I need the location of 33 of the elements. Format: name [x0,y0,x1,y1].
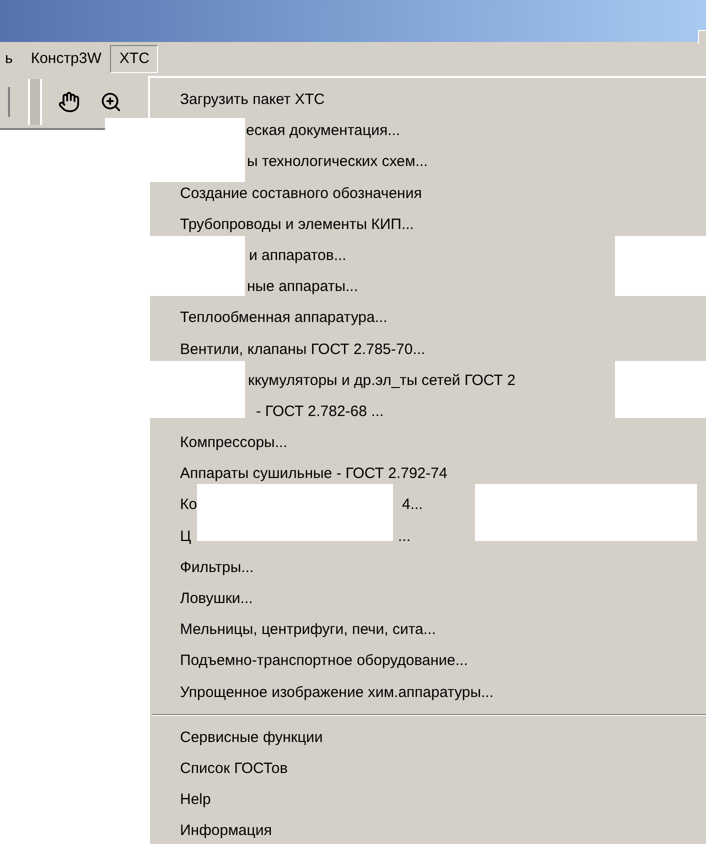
menu-item[interactable]: Подъемно-транспортное оборудование... [180,650,468,673]
menu-item[interactable]: Теплообменная аппаратура... [180,307,388,330]
menu-item[interactable]: Сервисные функции [180,726,323,750]
menu-item[interactable]: Создание составного обозначения [180,182,422,206]
menu-item[interactable]: Фильтры... [180,556,254,580]
menu-item[interactable]: и аппаратов... [249,244,346,268]
menu-item[interactable]: ... [398,526,411,548]
menu-item[interactable]: ные аппараты... [247,276,358,299]
menu-bar-item[interactable]: Констр3W [22,45,110,73]
zoom-icon[interactable] [100,91,122,113]
menu-bar-item[interactable]: ХТС [110,45,158,73]
menu-item[interactable]: Загрузить пакет ХТС [180,89,325,112]
menu-item[interactable]: 4... [402,494,423,517]
hand-icon[interactable] [58,91,80,113]
menu-item[interactable]: Ловушки... [180,588,253,610]
menu-item[interactable]: Вентили, клапаны ГОСТ 2.785-70... [180,338,426,361]
menu-item[interactable]: Упрощенное изображение хим.аппаратуры... [180,682,494,704]
menu-item[interactable]: Список ГОСТов [180,758,288,780]
menu-item[interactable]: Аппараты сушильные - ГОСТ 2.792-74 [180,463,448,486]
menu-item[interactable]: еская документация... [246,120,400,143]
menu-item[interactable]: ы технологических схем... [247,151,428,174]
menu-item[interactable]: ккумуляторы и др.эл_ты сетей ГОСТ 2 [248,370,516,392]
menu-item[interactable]: Ц [180,526,192,548]
menu-item[interactable]: Компрессоры... [180,432,288,455]
menu-item[interactable]: - ГОСТ 2.782-68 ... [256,400,384,424]
window-button[interactable] [698,30,706,44]
menu-item[interactable]: Help [180,789,211,812]
menu-item[interactable]: Мельницы, центрифуги, печи, сита... [180,619,436,642]
menu-item[interactable]: Ко [180,494,198,517]
menu-item[interactable]: Трубопроводы и элементы КИП... [180,214,414,236]
toolbar-grip[interactable] [28,79,42,125]
menu-bar-item[interactable]: ь [0,45,22,73]
menu-item[interactable]: Информация [180,820,272,843]
